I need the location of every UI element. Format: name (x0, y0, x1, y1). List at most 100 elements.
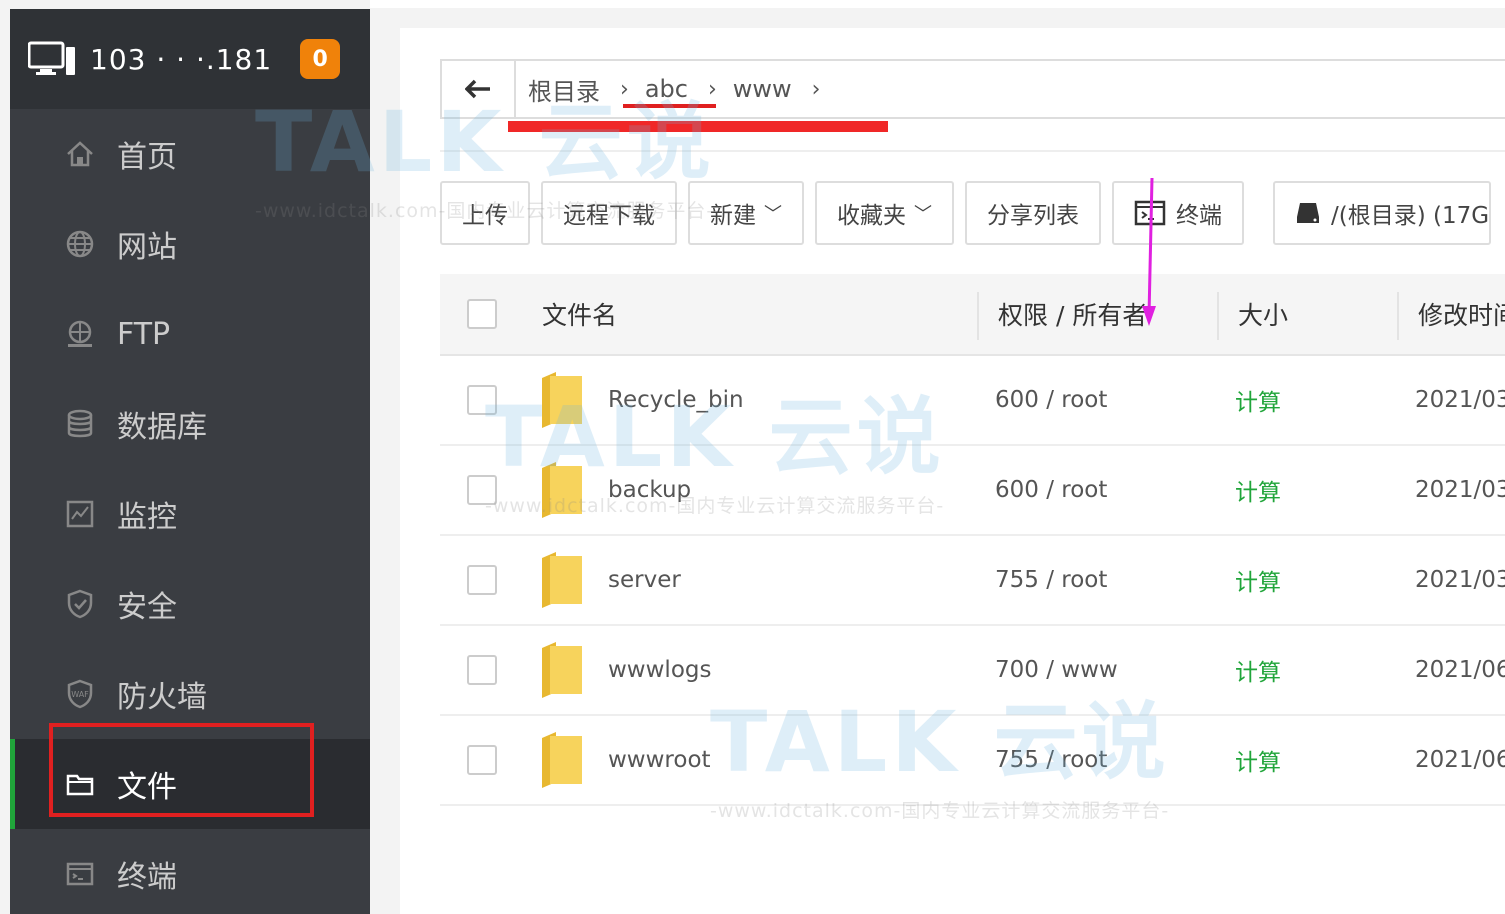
nav-item-home[interactable]: 首页 (10, 109, 370, 199)
home-icon (65, 139, 95, 169)
file-name: server (608, 567, 681, 593)
table-row[interactable]: backup 600 / root 计算 2021/03 (440, 446, 1505, 536)
modified-time-cell: 2021/03 (1415, 567, 1505, 593)
annotation-underline-path (508, 121, 888, 132)
folder-icon (542, 372, 582, 428)
terminal-icon (1134, 200, 1166, 226)
permission-cell[interactable]: 600 / root (995, 477, 1107, 503)
row-checkbox[interactable] (467, 655, 497, 685)
terminal-icon (65, 859, 95, 889)
breadcrumb-item-abc[interactable]: abc (645, 75, 688, 103)
share-list-button[interactable]: 分享列表 (965, 181, 1101, 245)
waf-shield-icon: WAF (65, 679, 95, 709)
header-divider (1217, 292, 1219, 340)
nav-label: 终端 (117, 860, 177, 895)
file-name-cell[interactable]: backup (542, 462, 691, 518)
nav-item-website[interactable]: 网站 (10, 199, 370, 289)
new-dropdown-button[interactable]: 新建 ﹀ (688, 181, 804, 245)
button-label: 新建 (710, 203, 756, 229)
size-calc-link[interactable]: 计算 (1235, 563, 1281, 597)
permission-cell[interactable]: 600 / root (995, 387, 1107, 413)
server-monitor-icon (28, 41, 75, 75)
nav-label: 文件 (117, 770, 177, 805)
divider (440, 150, 1505, 152)
nav-label: 网站 (117, 230, 177, 265)
back-button[interactable] (442, 61, 516, 117)
folder-icon (542, 552, 582, 608)
file-name-cell[interactable]: Recycle_bin (542, 372, 744, 428)
nav-item-ftp[interactable]: FTP (10, 289, 370, 379)
nav-item-files[interactable]: 文件 (10, 739, 370, 829)
size-calc-link[interactable]: 计算 (1235, 473, 1281, 507)
modified-time-cell: 2021/03 (1415, 477, 1505, 503)
nav-item-firewall[interactable]: WAF 防火墙 (10, 649, 370, 739)
crumb-label: abc (644, 75, 688, 103)
row-checkbox[interactable] (467, 565, 497, 595)
header-divider (1397, 292, 1399, 340)
row-checkbox[interactable] (467, 475, 497, 505)
globe-icon (65, 229, 95, 259)
folder-icon (542, 642, 582, 698)
button-label: 终端 (1176, 203, 1222, 229)
favorites-dropdown-button[interactable]: 收藏夹 ﹀ (815, 181, 954, 245)
size-calc-link[interactable]: 计算 (1235, 383, 1281, 417)
file-table: 文件名 权限 / 所有者 大小 修改时间 Recycle_bin 600 / r… (440, 274, 1505, 806)
row-checkbox[interactable] (467, 745, 497, 775)
header-filename[interactable]: 文件名 (542, 296, 617, 332)
toolbar: 上传 远程下载 新建 ﹀ 收藏夹 ﹀ 分享列表 终端 /(根目录) (17G (440, 181, 1502, 245)
button-label: 分享列表 (987, 203, 1079, 229)
crumb-label: www (732, 75, 792, 103)
nav-item-monitor[interactable]: 监控 (10, 469, 370, 559)
disk-selector-button[interactable]: /(根目录) (17G (1273, 181, 1492, 245)
chevron-down-icon: ﹀ (764, 204, 782, 225)
table-row[interactable]: server 755 / root 计算 2021/03 (440, 536, 1505, 626)
size-calc-link[interactable]: 计算 (1235, 653, 1281, 687)
header-size[interactable]: 大小 (1238, 296, 1288, 332)
button-label: 收藏夹 (837, 203, 906, 229)
file-name-cell[interactable]: server (542, 552, 681, 608)
folder-icon (65, 769, 95, 799)
file-name: wwwroot (608, 747, 711, 773)
modified-time-cell: 2021/06 (1415, 657, 1505, 683)
upload-button[interactable]: 上传 (440, 181, 530, 245)
file-name-cell[interactable]: wwwroot (542, 732, 711, 788)
sidebar: 103 · · ·.181 0 首页 网站 FTP 数据库 监控 安全 WAF … (10, 9, 370, 914)
waf-text: WAF (71, 690, 89, 699)
file-manager-panel: 根目录 › abc › www › 上传 远程下载 新建 ﹀ 收藏夹 ﹀ 分享列表 … (400, 28, 1505, 914)
permission-cell[interactable]: 755 / root (995, 747, 1107, 773)
nav-label: 防火墙 (117, 680, 207, 715)
select-all-checkbox[interactable] (467, 299, 497, 329)
folder-icon (542, 462, 582, 518)
modified-time-cell: 2021/03 (1415, 387, 1505, 413)
permission-cell[interactable]: 700 / www (995, 657, 1118, 683)
arrow-left-icon (465, 79, 490, 99)
breadcrumb-item-root[interactable]: 根目录 (528, 72, 600, 107)
modified-time-cell: 2021/06 (1415, 747, 1505, 773)
breadcrumb-item-www[interactable]: www (733, 75, 792, 103)
nav-list: 首页 网站 FTP 数据库 监控 安全 WAF 防火墙 文件 终端 (10, 109, 370, 914)
file-name-cell[interactable]: wwwlogs (542, 642, 711, 698)
crumb-label: 根目录 (528, 77, 600, 106)
terminal-button[interactable]: 终端 (1112, 181, 1244, 245)
row-checkbox[interactable] (467, 385, 497, 415)
nav-label: 安全 (117, 590, 177, 625)
permission-cell[interactable]: 755 / root (995, 567, 1107, 593)
file-name: wwwlogs (608, 657, 712, 683)
breadcrumb: 根目录 › abc › www › (440, 59, 1505, 119)
sidebar-header: 103 · · ·.181 0 (10, 9, 370, 109)
nav-item-database[interactable]: 数据库 (10, 379, 370, 469)
header-modified-time[interactable]: 修改时间 (1418, 296, 1505, 332)
table-row[interactable]: wwwroot 755 / root 计算 2021/06 (440, 716, 1505, 806)
nav-label: 首页 (117, 140, 177, 175)
nav-label: 监控 (117, 500, 177, 535)
folder-icon (542, 732, 582, 788)
size-calc-link[interactable]: 计算 (1235, 743, 1281, 777)
table-row[interactable]: Recycle_bin 600 / root 计算 2021/03 (440, 356, 1505, 446)
nav-item-security[interactable]: 安全 (10, 559, 370, 649)
remote-download-button[interactable]: 远程下载 (541, 181, 677, 245)
notification-badge[interactable]: 0 (300, 39, 341, 79)
button-label: 远程下载 (563, 203, 655, 229)
nav-item-terminal[interactable]: 终端 (10, 829, 370, 914)
table-row[interactable]: wwwlogs 700 / www 计算 2021/06 (440, 626, 1505, 716)
header-permission[interactable]: 权限 / 所有者 (998, 296, 1147, 332)
